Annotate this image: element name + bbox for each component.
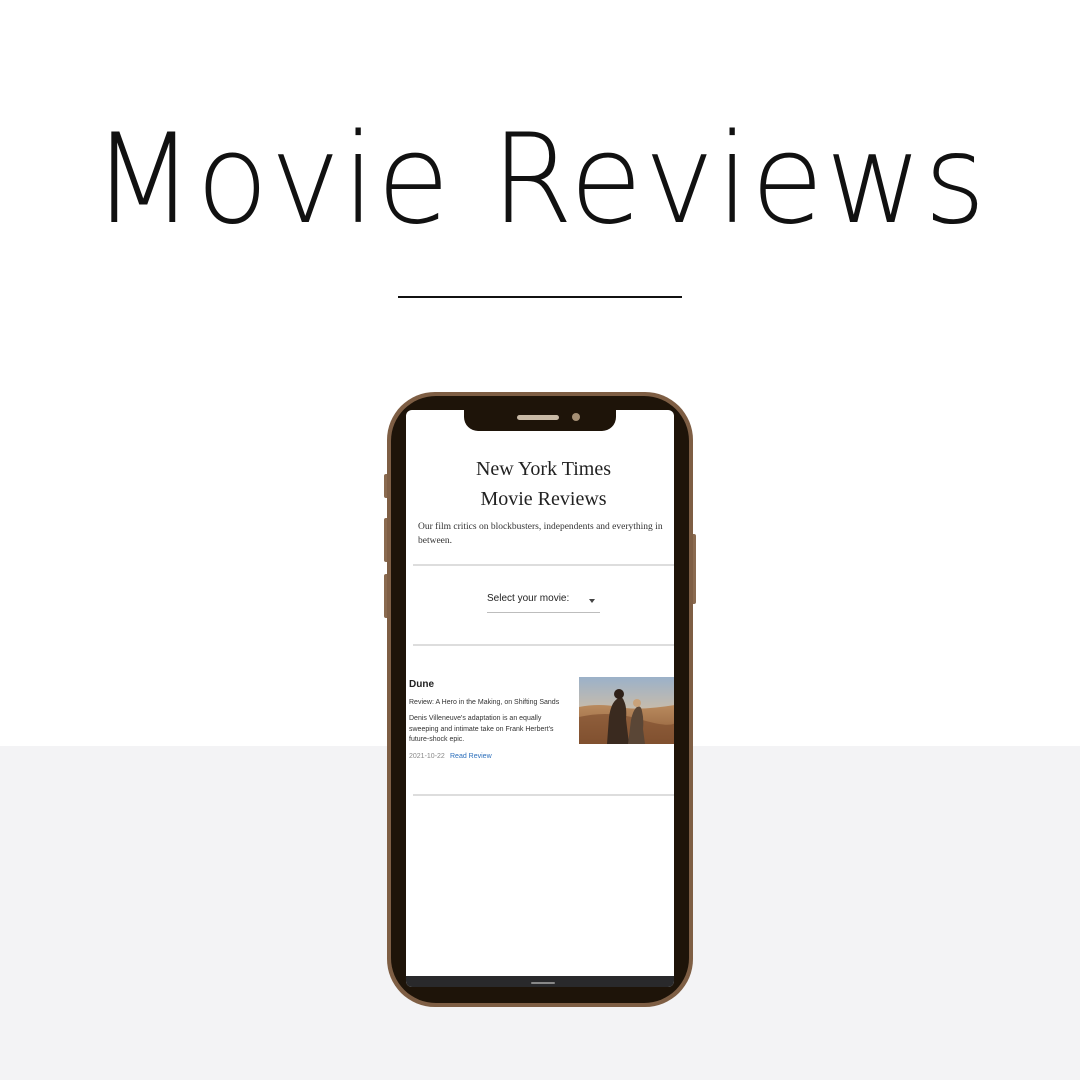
page-headline: Movie Reviews [92,106,988,252]
movie-still-image-art [579,677,674,744]
movie-still-image[interactable] [579,677,674,744]
speaker-grille [517,415,559,420]
app-title-line2: Movie Reviews [480,488,607,510]
divider [413,564,674,566]
review-summary: Denis Villeneuve's adaptation is an equa… [409,715,554,743]
home-indicator[interactable] [531,982,555,984]
movie-select-label: Select your movie: [487,593,570,604]
dropdown-arrow-icon [589,599,595,603]
screen-bottom-bar [406,976,674,987]
review-date: 2021-10-22 [409,753,445,760]
app-title-line1: New York Times [475,458,612,480]
phone-screen: New York Times Movie Reviews Our film cr… [406,410,674,987]
divider [413,644,674,646]
review-headline: Review: A Hero in the Making, on Shiftin… [409,699,560,706]
movie-title: Dune [409,679,434,690]
front-camera-icon [572,413,580,421]
read-review-link[interactable]: Read Review [450,753,492,760]
app-subtitle: Our film critics on blockbusters, indepe… [418,522,663,546]
movie-select[interactable]: Select your movie: [487,591,600,613]
headline-underline [398,296,682,298]
app-title: New York Times Movie Reviews [406,454,674,514]
divider [413,794,674,796]
